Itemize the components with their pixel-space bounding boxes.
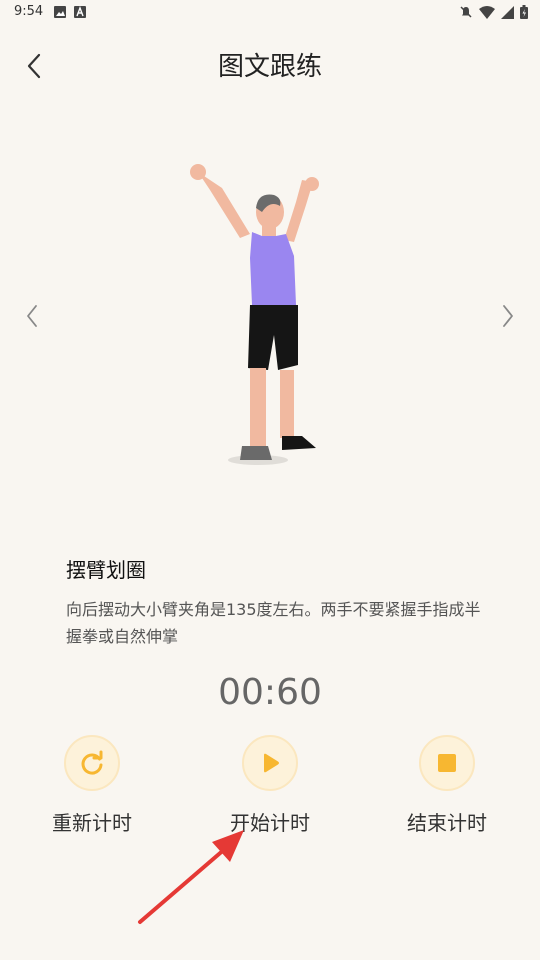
timer-controls: 重新计时 开始计时 结束计时 bbox=[0, 735, 540, 845]
restart-icon bbox=[81, 750, 103, 775]
exercise-name: 摆臂划圈 bbox=[66, 558, 146, 582]
start-timer-label: 开始计时 bbox=[230, 811, 310, 835]
play-icon bbox=[264, 753, 279, 773]
battery-icon bbox=[520, 5, 528, 19]
status-bar: 9:54 bbox=[0, 0, 540, 26]
start-timer-button[interactable]: 开始计时 bbox=[200, 735, 340, 836]
next-exercise-button[interactable] bbox=[488, 296, 528, 336]
notifications-off-icon bbox=[460, 6, 472, 18]
exercise-illustration bbox=[190, 164, 319, 465]
end-timer-button[interactable]: 结束计时 bbox=[377, 735, 517, 836]
chevron-left-icon bbox=[27, 305, 37, 327]
image-icon bbox=[54, 6, 66, 18]
exercise-description: 向后摆动大小臂夹角是135度左右。两手不要紧握手指成半握拳或自然伸掌 bbox=[66, 600, 481, 646]
signal-icon bbox=[501, 5, 514, 19]
stop-icon bbox=[438, 754, 456, 772]
page-title: 图文跟练 bbox=[217, 52, 322, 82]
chevron-right-icon bbox=[503, 305, 513, 327]
restart-timer-label: 重新计时 bbox=[52, 811, 132, 835]
timer-display: 00:60 bbox=[218, 672, 322, 713]
wifi-icon bbox=[479, 5, 495, 19]
header: 图文跟练 bbox=[0, 36, 540, 92]
status-time: 9:54 bbox=[14, 4, 44, 19]
restart-timer-button[interactable]: 重新计时 bbox=[22, 735, 162, 836]
end-timer-label: 结束计时 bbox=[407, 811, 487, 835]
previous-exercise-button[interactable] bbox=[12, 296, 52, 336]
font-icon bbox=[74, 6, 86, 18]
